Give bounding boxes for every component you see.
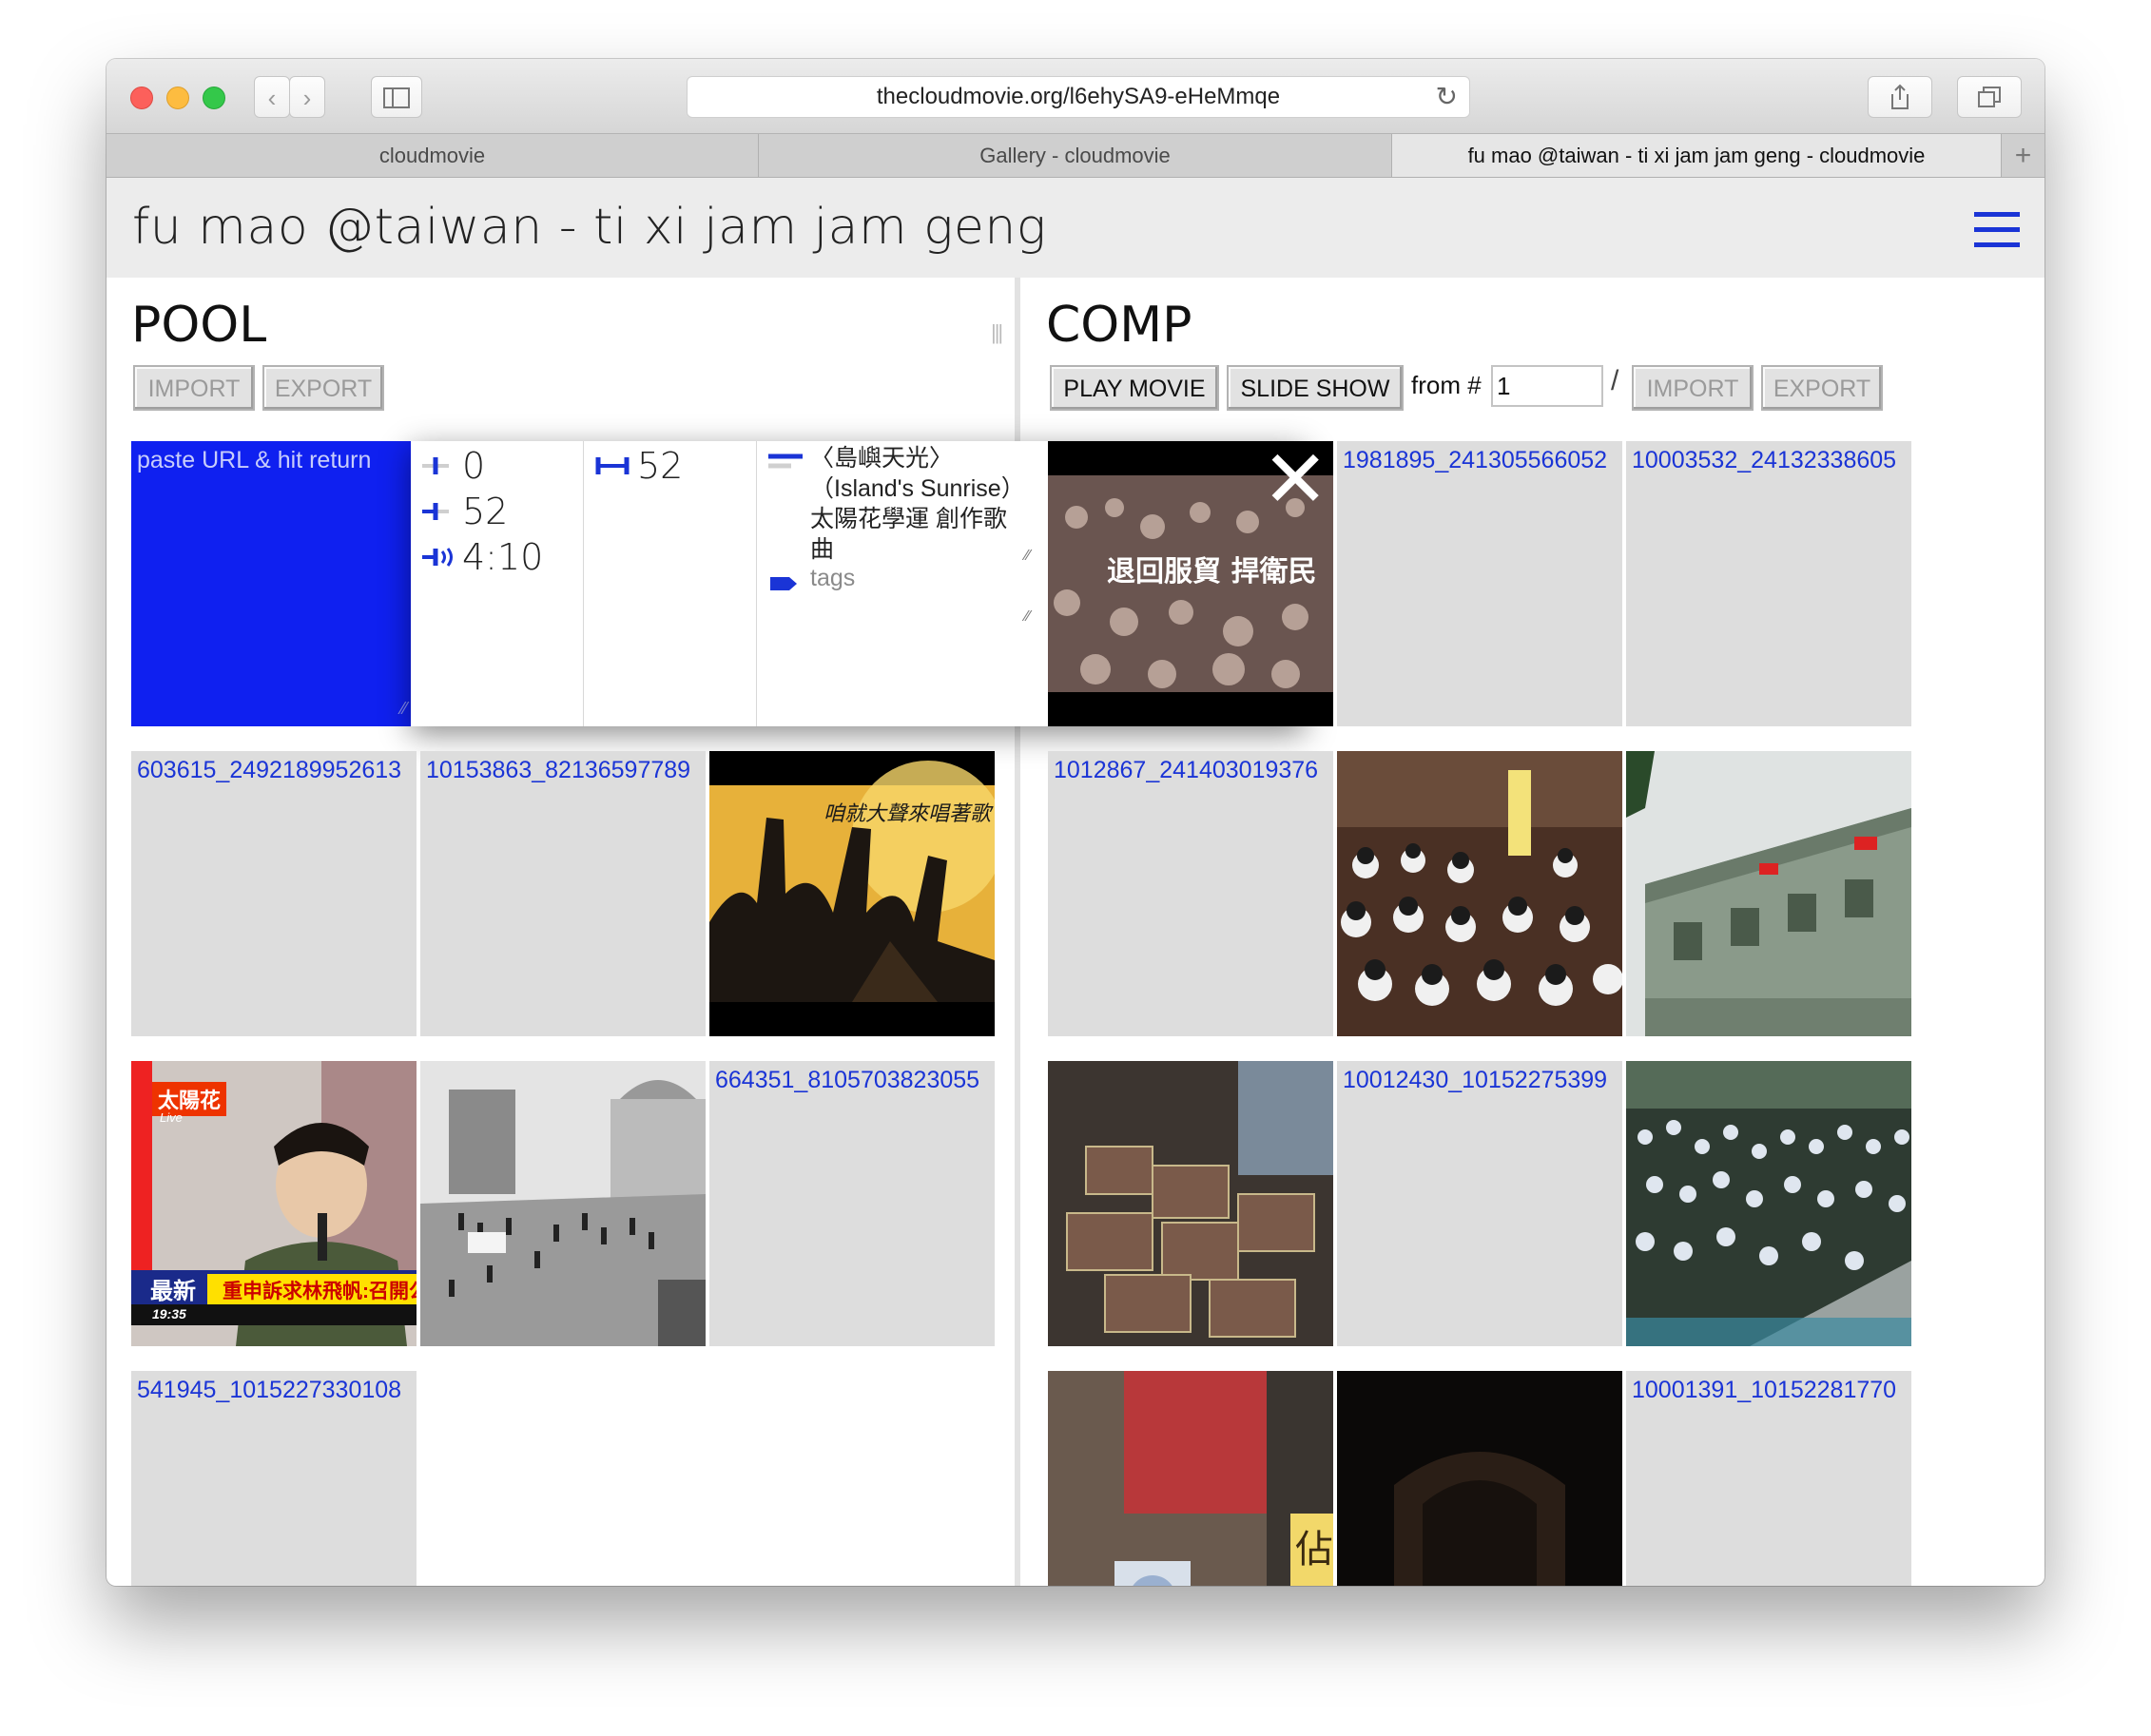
length-icon (595, 454, 630, 484)
clip-start-value[interactable]: 0 (462, 445, 485, 487)
comp-card[interactable]: 1981895_241305566052 (1337, 441, 1622, 726)
pool-card[interactable]: 603615_2492189952613 (131, 751, 417, 1036)
card-label: 10001391_10152281770 (1632, 1377, 1897, 1403)
back-button[interactable]: ‹ (254, 76, 290, 118)
clip-length-column: 52 (584, 441, 757, 726)
news-tag: 最新 (150, 1279, 196, 1304)
chevron-left-icon: ‹ (267, 84, 277, 112)
pool-export-button[interactable]: EXPORT (262, 365, 384, 411)
comp-thumbnail-night[interactable] (1337, 1371, 1622, 1586)
clip-timing-column: 0 52 4:10 (411, 441, 584, 726)
paste-url-input[interactable]: paste URL & hit return ⁄⁄ (131, 441, 411, 726)
close-icon[interactable]: ✕ (1262, 439, 1328, 519)
clip-meta-column: 〈島嶼天光〉（Island's Sunrise） 太陽花學運 創作歌曲 ⁄⁄ t… (757, 441, 1052, 726)
comp-card[interactable]: 10012430_10152275399 (1337, 1061, 1622, 1346)
pool-card[interactable]: 664351_8105703823055 (709, 1061, 995, 1346)
pool-card[interactable]: 10153863_82136597789 (420, 751, 706, 1036)
comp-thumbnail-banner[interactable]: 佔 (1048, 1371, 1333, 1586)
paste-url-placeholder: paste URL & hit return (137, 447, 372, 473)
reload-icon[interactable]: ↻ (1436, 77, 1458, 117)
slide-show-button[interactable]: SLIDE SHOW (1227, 365, 1404, 411)
end-marker-icon (422, 500, 449, 530)
resize-grip-icon[interactable]: ⁄⁄ (401, 699, 407, 719)
sidebar-icon (383, 87, 410, 108)
comp-card[interactable]: 1012867_241403019376 (1048, 751, 1333, 1036)
card-label: 664351_8105703823055 (715, 1067, 980, 1093)
clip-caption-field[interactable]: 〈島嶼天光〉（Island's Sunrise） 太陽花學運 創作歌曲 (810, 443, 1029, 565)
close-window-button[interactable] (130, 87, 153, 109)
browser-toolbar: ‹ › thecloudmovie.org/l6ehySA9-eHeMmqe ↻ (107, 59, 2044, 134)
comp-thumbnail-building[interactable] (1626, 751, 1911, 1036)
pool-card[interactable]: 541945_1015227330108 (131, 1371, 417, 1586)
page-title: fu mao @taiwan - ti xi jam jam geng (132, 199, 1047, 256)
pool-title: POOL (131, 297, 267, 354)
tab-bar: cloudmovie Gallery - cloudmovie fu mao @… (107, 134, 2044, 178)
pool-import-button[interactable]: IMPORT (133, 365, 255, 411)
tabs-overview-button[interactable] (1957, 76, 2022, 118)
clip-end-value[interactable]: 52 (462, 491, 508, 532)
comp-card[interactable]: 10001391_10152281770 (1626, 1371, 1911, 1586)
from-number-input[interactable]: 1 (1491, 365, 1603, 407)
video-caption-text: 退回服貿 捍衛民 (1107, 555, 1317, 588)
news-live: Live (160, 1110, 183, 1125)
pool-thumbnail-concert[interactable]: 咱就大聲來唱著歌 (709, 751, 995, 1036)
news-time: 19:35 (152, 1306, 186, 1321)
start-marker-icon (422, 454, 449, 484)
url-text: thecloudmovie.org/l6ehySA9-eHeMmqe (876, 84, 1281, 109)
sign-text: 佔 (1295, 1529, 1333, 1571)
comp-thumbnail-chairs[interactable] (1048, 1061, 1333, 1346)
tab-cloudmovie[interactable]: cloudmovie (107, 134, 759, 177)
comp-card[interactable]: 10003532_24132338605 (1626, 441, 1911, 726)
pool-thumbnail-news[interactable]: 太陽花 Live 最新 重申訴求林飛帆:召開公民 19:35 (131, 1061, 417, 1346)
tags-resize-icon[interactable]: ⁄⁄ (1025, 608, 1030, 626)
comp-title: COMP (1046, 297, 1192, 354)
poster-text: 咱就大聲來唱著歌 (824, 802, 992, 826)
tags-input[interactable]: tags (810, 565, 855, 592)
comp-thumbnail-crowd[interactable] (1626, 1061, 1911, 1346)
play-movie-button[interactable]: PLAY MOVIE (1050, 365, 1219, 411)
sidebar-toggle-button[interactable] (371, 76, 422, 118)
drag-handle-icon[interactable]: ||| (991, 320, 1003, 345)
card-label: 1012867_241403019376 (1054, 757, 1319, 783)
minimize-window-button[interactable] (166, 87, 189, 109)
address-bar[interactable]: thecloudmovie.org/l6ehySA9-eHeMmqe ↻ (687, 76, 1470, 118)
comp-export-button[interactable]: EXPORT (1761, 365, 1883, 411)
clip-length-value: 52 (637, 445, 684, 487)
comp-import-button[interactable]: IMPORT (1632, 365, 1754, 411)
from-label: from # (1411, 371, 1482, 399)
share-button[interactable] (1868, 76, 1932, 118)
card-label: 10003532_24132338605 (1632, 447, 1897, 473)
share-icon (1891, 84, 1909, 109)
card-label: 10012430_10152275399 (1343, 1067, 1608, 1093)
card-label: 1981895_241305566052 (1343, 447, 1608, 473)
news-headline: 重申訴求林飛帆:召開公民 (223, 1281, 417, 1302)
caption-icon (768, 451, 803, 480)
app-header: fu mao @taiwan - ti xi jam jam geng (107, 178, 2044, 278)
slash-separator: / (1611, 365, 1619, 396)
sound-icon (422, 546, 460, 575)
card-label: 603615_2492189952613 (137, 757, 402, 783)
new-tab-button[interactable]: + (2002, 134, 2044, 177)
hamburger-menu-icon[interactable] (1974, 212, 2020, 248)
forward-button[interactable]: › (289, 76, 325, 118)
clip-duration-value: 4:10 (462, 536, 544, 578)
tab-gallery[interactable]: Gallery - cloudmovie (759, 134, 1392, 177)
browser-window: ‹ › thecloudmovie.org/l6ehySA9-eHeMmqe ↻… (107, 59, 2044, 1586)
zoom-window-button[interactable] (203, 87, 225, 109)
comp-thumbnail-assembly[interactable] (1337, 751, 1622, 1036)
card-label: 10153863_82136597789 (426, 757, 691, 783)
card-label: 541945_1015227330108 (137, 1377, 402, 1403)
tabs-icon (1978, 87, 2001, 107)
caption-resize-icon[interactable]: ⁄⁄ (1025, 548, 1030, 565)
pool-thumbnail-street[interactable] (420, 1061, 706, 1346)
tag-icon (770, 570, 799, 600)
tab-current[interactable]: fu mao @taiwan - ti xi jam jam geng - cl… (1392, 134, 2002, 177)
chevron-right-icon: › (302, 84, 312, 112)
